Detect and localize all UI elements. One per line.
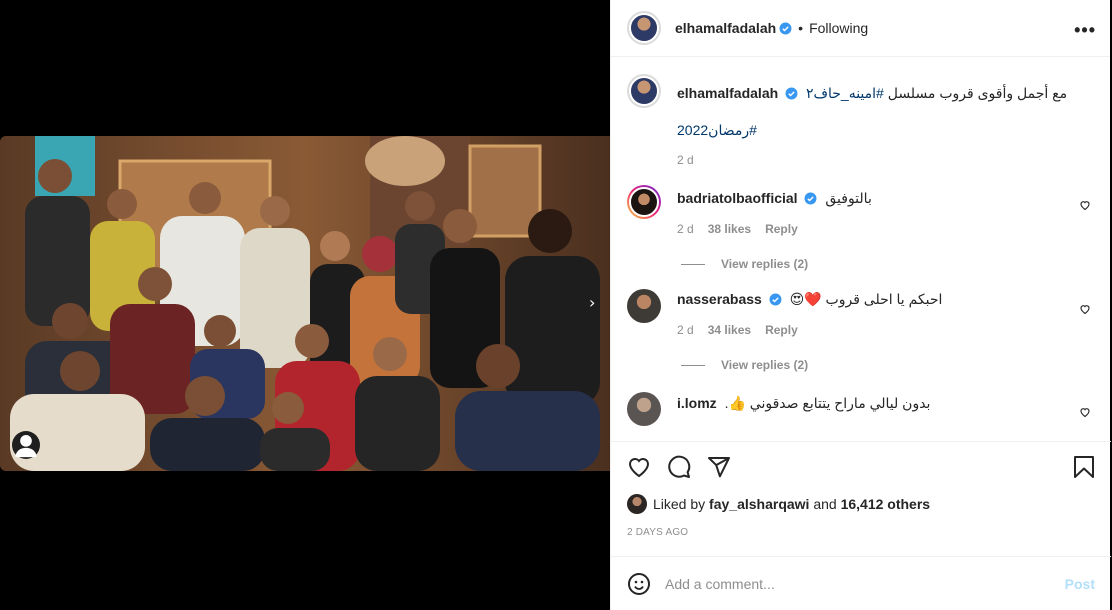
post-comment-button[interactable]: Post xyxy=(1065,576,1095,592)
comment-avatar[interactable] xyxy=(627,185,661,219)
heart-icon[interactable] xyxy=(1079,406,1091,418)
caption-username[interactable]: elhamalfadalah xyxy=(677,85,778,101)
caption-hashtag-1[interactable]: #امينه_حاف٢ xyxy=(806,85,884,101)
post-header: elhamalfadalah • Following ••• xyxy=(611,0,1110,57)
comment-text: احبكم يا احلى قروب xyxy=(825,291,943,307)
more-options-icon[interactable]: ••• xyxy=(1074,20,1096,41)
comment-time[interactable]: 2 d xyxy=(677,323,694,337)
divider xyxy=(681,263,705,265)
view-replies-button[interactable]: View replies (2) xyxy=(681,257,1095,271)
save-button[interactable] xyxy=(1073,455,1095,479)
post-modal: › elhamalfadalah • Following ••• elhamal… xyxy=(0,0,1112,610)
bookmark-icon xyxy=(1074,456,1094,478)
add-comment-bar: Post xyxy=(611,556,1111,610)
emoji-icon xyxy=(628,572,650,595)
comment-username[interactable]: i.lomz xyxy=(677,395,717,411)
post-details-panel: elhamalfadalah • Following ••• elhamalfa… xyxy=(610,0,1111,610)
comment: i.lomz بدون ليالي ماراح يتتابع صدقوني 👍. xyxy=(627,392,1095,426)
share-button[interactable] xyxy=(707,455,731,479)
chevron-right-icon[interactable]: › xyxy=(589,293,595,312)
caption: elhamalfadalah مع أجمل وأقوى قروب مسلسل … xyxy=(627,74,1095,167)
verified-badge-icon xyxy=(785,87,798,100)
comment-likes[interactable]: 38 likes xyxy=(708,222,751,236)
heart-icon[interactable] xyxy=(1079,199,1091,211)
caption-avatar[interactable] xyxy=(627,74,661,108)
post-date[interactable]: 2 DAYS AGO xyxy=(627,527,1095,538)
group-photo-image xyxy=(0,136,610,471)
media-area: › xyxy=(0,0,610,610)
comment-button[interactable] xyxy=(667,455,691,479)
comment: nasserabass احبكم يا احلى قروب ❤️😍 2 d 3… xyxy=(627,289,1095,337)
liker-avatar[interactable] xyxy=(627,494,647,514)
heart-icon[interactable] xyxy=(1079,303,1091,315)
header-separator: • xyxy=(798,20,804,36)
tagged-users-button[interactable] xyxy=(12,431,40,459)
comment-emoji: 👍. xyxy=(724,395,746,411)
divider xyxy=(681,364,705,366)
comment-avatar[interactable] xyxy=(627,289,661,323)
user-tag-icon xyxy=(15,434,37,457)
reply-button[interactable]: Reply xyxy=(765,222,798,236)
comment: badriatolbaofficial بالتوفيق 2 d 38 like… xyxy=(627,185,1095,236)
comments-list[interactable]: elhamalfadalah مع أجمل وأقوى قروب مسلسل … xyxy=(611,58,1111,441)
likes-joiner: and xyxy=(813,496,837,512)
comment-text: بدون ليالي ماراح يتتابع صدقوني xyxy=(749,395,931,411)
comment-icon xyxy=(668,455,691,478)
like-button[interactable] xyxy=(627,455,651,479)
caption-text: مع أجمل وأقوى قروب مسلسل xyxy=(887,85,1068,101)
verified-badge-icon xyxy=(805,192,817,205)
author-username[interactable]: elhamalfadalah xyxy=(675,20,776,36)
comment-likes[interactable]: 34 likes xyxy=(708,323,751,337)
post-photo[interactable]: › xyxy=(0,136,610,471)
comment-username[interactable]: badriatolbaofficial xyxy=(677,190,798,206)
following-button[interactable]: Following xyxy=(809,20,868,36)
post-actions: Liked by fay_alsharqawi and 16,412 other… xyxy=(611,441,1111,538)
reply-button[interactable]: Reply xyxy=(765,323,798,337)
emoji-button[interactable] xyxy=(627,572,651,596)
comment-time[interactable]: 2 d xyxy=(677,222,694,236)
share-icon xyxy=(708,457,730,478)
comment-emoji: ❤️😍 xyxy=(789,291,822,307)
caption-time[interactable]: 2 d xyxy=(677,153,694,167)
comment-username[interactable]: nasserabass xyxy=(677,291,762,307)
view-replies-label: View replies (2) xyxy=(721,257,809,271)
caption-hashtag-2[interactable]: #رمضان2022 xyxy=(677,122,757,138)
liker-username[interactable]: fay_alsharqawi xyxy=(709,496,809,512)
view-replies-label: View replies (2) xyxy=(721,358,809,372)
comment-input[interactable] xyxy=(665,575,1065,592)
comment-avatar[interactable] xyxy=(627,392,661,426)
comment-text: بالتوفيق xyxy=(825,190,872,206)
verified-badge-icon xyxy=(769,293,782,306)
heart-icon xyxy=(628,458,650,478)
likes-others-link[interactable]: 16,412 others xyxy=(841,496,931,512)
author-avatar[interactable] xyxy=(627,11,661,45)
view-replies-button[interactable]: View replies (2) xyxy=(681,358,1095,372)
likes-summary: Liked by fay_alsharqawi and 16,412 other… xyxy=(627,494,1095,514)
liked-by-label: Liked by xyxy=(653,496,706,512)
verified-badge-icon xyxy=(779,22,792,34)
